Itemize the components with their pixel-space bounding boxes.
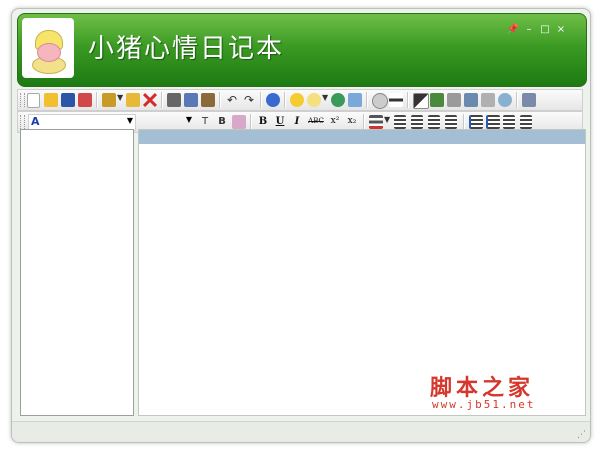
export-icon[interactable]: [464, 93, 478, 107]
folder-icon[interactable]: [126, 93, 140, 107]
bullet-list-icon[interactable]: [486, 115, 500, 129]
highlight-icon[interactable]: [232, 115, 246, 129]
pig-logo: [22, 18, 74, 78]
outdent-icon[interactable]: [503, 115, 515, 129]
paragraph-format-icon[interactable]: [369, 115, 383, 129]
align-justify-icon[interactable]: [428, 115, 440, 129]
search-icon[interactable]: [498, 93, 512, 107]
contrast-icon[interactable]: [413, 93, 429, 109]
pig-icon: [32, 30, 66, 74]
minimize-button[interactable]: –: [522, 24, 536, 36]
app-title: 小猪心情日记本: [88, 34, 285, 64]
emotion-icon[interactable]: [307, 93, 321, 107]
align-right-icon[interactable]: [445, 115, 457, 129]
main-toolbar: ▼ ↶ ↷ ▼: [17, 89, 583, 111]
open-folder-icon[interactable]: [44, 93, 58, 107]
smiley-icon[interactable]: [290, 93, 304, 107]
close-button[interactable]: ×: [554, 24, 568, 36]
pin-icon[interactable]: 📌: [506, 24, 520, 36]
edit-icon[interactable]: [102, 93, 116, 107]
underline-button[interactable]: U: [273, 114, 287, 129]
resize-grip-icon[interactable]: ⋰: [577, 430, 586, 440]
numbered-list-icon[interactable]: [469, 115, 483, 129]
font-preview: A: [31, 115, 40, 128]
text-color-icon[interactable]: T: [198, 115, 212, 129]
chevron-down-icon: ▼: [185, 115, 192, 124]
copy-icon[interactable]: [184, 93, 198, 107]
window-icon[interactable]: [348, 93, 362, 107]
superscript-button[interactable]: x²: [328, 114, 342, 129]
bold-button[interactable]: B: [256, 114, 270, 129]
maximize-button[interactable]: □: [538, 24, 552, 36]
clock-icon[interactable]: [372, 93, 388, 109]
settings-icon[interactable]: [522, 93, 536, 107]
paste-icon[interactable]: [201, 93, 215, 107]
delete-file-icon[interactable]: [78, 93, 92, 107]
save-icon[interactable]: [61, 93, 75, 107]
align-left-icon[interactable]: [394, 115, 406, 129]
align-center-icon[interactable]: [411, 115, 423, 129]
toolbar-grip[interactable]: [20, 93, 25, 107]
watermark-url: www.jb51.net: [432, 398, 536, 411]
font-size-select[interactable]: ▼: [138, 114, 194, 129]
help-icon[interactable]: [266, 93, 280, 107]
italic-button[interactable]: I: [290, 114, 304, 129]
diary-tree-panel[interactable]: [20, 129, 134, 416]
delete-icon[interactable]: [143, 93, 157, 107]
cut-icon[interactable]: [167, 93, 181, 107]
chevron-down-icon: ▼: [126, 116, 133, 125]
horizontal-rule-icon[interactable]: [389, 93, 403, 107]
chevron-down-icon[interactable]: ▼: [384, 115, 390, 124]
chevron-down-icon[interactable]: ▼: [322, 93, 328, 102]
status-bar: ⋰: [12, 421, 590, 442]
chevron-down-icon[interactable]: ▼: [117, 93, 123, 102]
insert-image-icon[interactable]: [331, 93, 345, 107]
subscript-button[interactable]: x₂: [345, 114, 359, 129]
strikethrough-button[interactable]: ABC: [307, 114, 325, 129]
editor-header-bar: [139, 130, 585, 144]
indent-icon[interactable]: [520, 115, 532, 129]
new-file-icon[interactable]: [27, 93, 40, 108]
import-icon[interactable]: [447, 93, 461, 107]
undo-icon[interactable]: ↶: [225, 93, 239, 107]
title-bar: 小猪心情日记本 📌 – □ ×: [17, 13, 587, 87]
toolbar-grip[interactable]: [20, 115, 25, 129]
redo-icon[interactable]: ↷: [242, 93, 256, 107]
calendar-icon[interactable]: [481, 93, 495, 107]
picture-icon[interactable]: [430, 93, 444, 107]
background-color-icon[interactable]: B: [215, 115, 229, 129]
